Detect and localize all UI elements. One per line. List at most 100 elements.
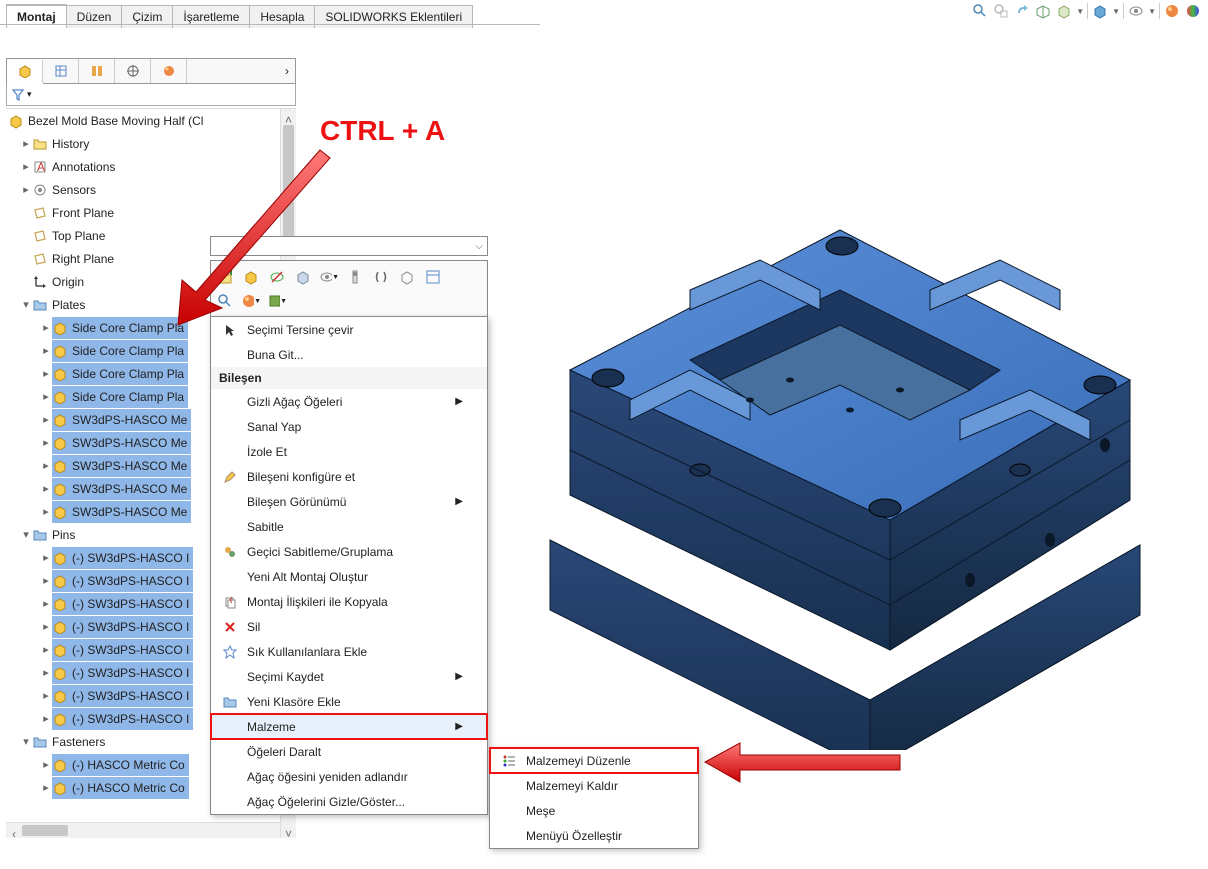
mi-bile-en-g-r-n-m-[interactable]: Bileşen Görünümü▶ — [211, 489, 487, 514]
view-orientation-icon[interactable] — [1055, 2, 1073, 20]
menu-item-label: Malzemeyi Kaldır — [526, 779, 618, 793]
mi-bile-eni-konfig-re-et[interactable]: Bileşeni konfigüre et — [211, 464, 487, 489]
part-icon — [52, 711, 68, 727]
open-part-icon[interactable] — [215, 267, 235, 287]
feature-filter[interactable]: ▾ — [6, 84, 296, 106]
section-view-icon[interactable] — [1034, 2, 1052, 20]
tree-item-label: (-) HASCO Metric Co — [72, 754, 185, 776]
tree-item[interactable]: ▸AAnnotations — [6, 155, 296, 178]
mi-s-k-kullan-lanlara-ekle[interactable]: Sık Kullanılanlara Ekle — [211, 639, 487, 664]
part-icon — [52, 596, 68, 612]
tree-item[interactable]: Front Plane — [6, 201, 296, 224]
menu-item-label: Gizli Ağaç Öğeleri — [247, 395, 342, 409]
history-icon — [32, 136, 48, 152]
scroll-up-icon[interactable]: ˄ — [281, 109, 296, 125]
menu-item-label: Meşe — [526, 804, 555, 818]
mi-yeni-alt-montaj-olu-tur[interactable]: Yeni Alt Montaj Oluştur — [211, 564, 487, 589]
fm-expand-icon[interactable]: › — [285, 64, 289, 78]
mi-me-e[interactable]: Meşe — [490, 798, 698, 823]
mi--eleri-daralt[interactable]: Öğeleri Daralt — [211, 739, 487, 764]
mi-i-zole-et[interactable]: İzole Et — [211, 439, 487, 464]
svg-text:A: A — [37, 160, 45, 174]
origin-icon — [32, 274, 48, 290]
transparency-icon[interactable] — [293, 267, 313, 287]
mate-icon[interactable] — [371, 267, 391, 287]
tree-item-label: (-) SW3dPS-HASCO I — [72, 593, 189, 615]
context-menu: Seçimi Tersine çevir Buna Git... Bileşen… — [210, 316, 488, 815]
mi-go-to[interactable]: Buna Git... — [211, 342, 487, 367]
part-icon — [52, 665, 68, 681]
tree-item-label: (-) SW3dPS-HASCO I — [72, 662, 189, 684]
zoom-icon[interactable] — [215, 291, 235, 311]
mi-malzemeyi-kald-r[interactable]: Malzemeyi Kaldır — [490, 773, 698, 798]
prev-view-icon[interactable] — [1013, 2, 1031, 20]
mi-gizli-a-a-eleri[interactable]: Gizli Ağaç Öğeleri▶ — [211, 389, 487, 414]
tree-item-label: Side Core Clamp Pla — [72, 340, 184, 362]
mi-sabitle[interactable]: Sabitle — [211, 514, 487, 539]
tree-item-label: History — [52, 133, 89, 155]
assembly-icon — [8, 113, 24, 129]
annotation-ctrl-a: CTRL + A — [320, 115, 445, 147]
fm-tab-tree[interactable] — [7, 60, 43, 84]
show-icon[interactable]: ▼ — [319, 267, 339, 287]
appearance-icon[interactable] — [1163, 2, 1181, 20]
mi-malzemeyi-d-zenle[interactable]: Malzemeyi Düzenle — [490, 748, 698, 773]
tree-item[interactable]: ▸Sensors — [6, 178, 296, 201]
menu-item-label: Malzemeyi Düzenle — [526, 754, 631, 768]
tree-item[interactable]: ▸History — [6, 132, 296, 155]
context-toolbar-wrapper: ⌵ ▼ ▼ ▼ Seçimi Tersine çevir Buna Git...… — [210, 236, 488, 318]
tree-hscrollbar[interactable]: ‹ — [6, 822, 280, 838]
menu-item-label: Sil — [247, 620, 260, 634]
isolate-icon[interactable] — [345, 267, 365, 287]
menu-item-label: Sanal Yap — [247, 420, 301, 434]
hide-show-icon[interactable] — [1127, 2, 1145, 20]
plane-icon — [32, 205, 48, 221]
fm-tab-dimxpert[interactable] — [115, 59, 151, 83]
plane-icon — [32, 251, 48, 267]
mi-ge-ici-sabitleme-gruplama[interactable]: Geçici Sabitleme/Gruplama — [211, 539, 487, 564]
configure-icon[interactable] — [397, 267, 417, 287]
display-style-icon[interactable] — [1091, 2, 1109, 20]
mi-men-y-zelle-tir[interactable]: Menüyü Özelleştir — [490, 823, 698, 848]
fm-tab-config[interactable] — [79, 59, 115, 83]
tree-item-label: Front Plane — [52, 202, 114, 224]
graphics-3d-model — [490, 100, 1170, 750]
scroll-thumb[interactable] — [283, 125, 294, 245]
tree-item-label: (-) SW3dPS-HASCO I — [72, 685, 189, 707]
annotation-arrow-2 — [700, 740, 920, 790]
fm-tab-property[interactable] — [43, 59, 79, 83]
mi-a-a-esini-yeniden-adland-r[interactable]: Ağaç öğesini yeniden adlandır — [211, 764, 487, 789]
hide-icon[interactable] — [267, 267, 287, 287]
tree-item-label: (-) SW3dPS-HASCO I — [72, 547, 189, 569]
part-icon — [52, 320, 68, 336]
appearance-icon[interactable]: ▼ — [241, 291, 261, 311]
mi-yeni-klas-re-ekle[interactable]: Yeni Klasöre Ekle — [211, 689, 487, 714]
part-icon — [52, 458, 68, 474]
tree-item-label: (-) SW3dPS-HASCO I — [72, 639, 189, 661]
anno-icon: A — [32, 159, 48, 175]
suppress-icon[interactable]: ▼ — [267, 291, 287, 311]
scene-icon[interactable] — [1184, 2, 1202, 20]
tree-item-label: (-) SW3dPS-HASCO I — [72, 616, 189, 638]
tree-root[interactable]: Bezel Mold Base Moving Half (Cl — [6, 109, 296, 132]
mi-a-a-elerini-gizle-g-ster-[interactable]: Ağaç Öğelerini Gizle/Göster... — [211, 789, 487, 814]
mi-sil[interactable]: Sil — [211, 614, 487, 639]
folder-icon — [32, 527, 48, 543]
scroll-down-icon[interactable]: ˅ — [281, 823, 296, 838]
context-combo[interactable]: ⌵ — [210, 236, 488, 256]
part-icon — [52, 573, 68, 589]
mi-sanal-yap[interactable]: Sanal Yap — [211, 414, 487, 439]
tree-item-label: SW3dPS-HASCO Me — [72, 432, 187, 454]
tree-item-label: SW3dPS-HASCO Me — [72, 409, 187, 431]
tree-item-label: Sensors — [52, 179, 96, 201]
cursor-icon — [219, 323, 241, 337]
zoom-fit-icon[interactable] — [971, 2, 989, 20]
fm-tab-display[interactable] — [151, 59, 187, 83]
properties-icon[interactable] — [423, 267, 443, 287]
edit-part-icon[interactable] — [241, 267, 261, 287]
mi-malzeme[interactable]: Malzeme▶ — [211, 714, 487, 739]
mi-se-imi-kaydet[interactable]: Seçimi Kaydet▶ — [211, 664, 487, 689]
zoom-area-icon[interactable] — [992, 2, 1010, 20]
mi-montaj-i-li-kileri-ile-kopyala[interactable]: Montaj İlişkileri ile Kopyala — [211, 589, 487, 614]
mi-invert-selection[interactable]: Seçimi Tersine çevir — [211, 317, 487, 342]
